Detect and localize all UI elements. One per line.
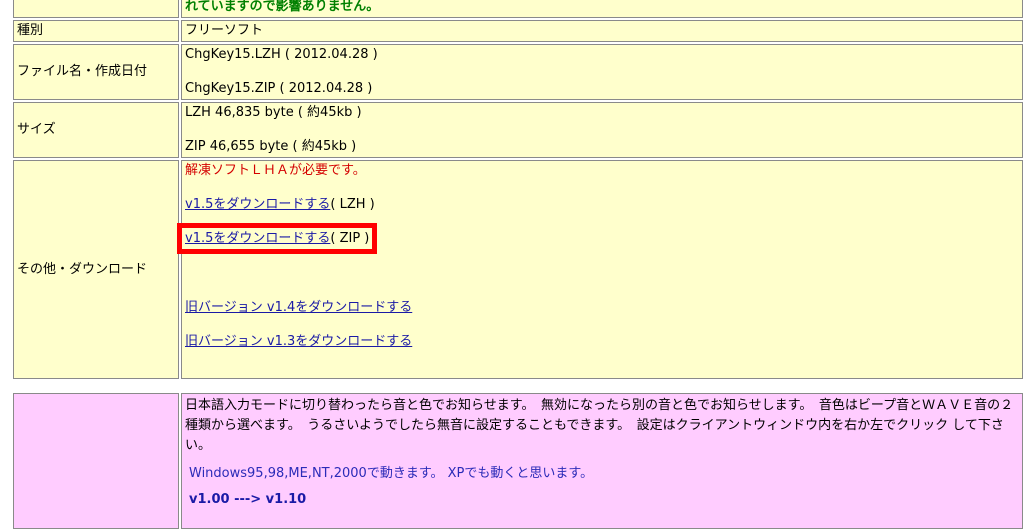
highlight-box: v1.5をダウンロードする( ZIP ): [176, 223, 378, 254]
download-v14-link[interactable]: 旧バージョン v1.4をダウンロードする: [185, 300, 412, 315]
file-row: ファイル名・作成日付 ChgKey15.LZH ( 2012.04.28 ) C…: [13, 44, 1023, 100]
size-zip: ZIP 46,655 byte ( 約45kb ): [185, 139, 357, 154]
file-zip: ChgKey15.ZIP ( 2012.04.28 ): [185, 81, 373, 96]
top-note-row: れていますので影響ありません。: [13, 0, 1023, 18]
size-lzh: LZH 46,835 byte ( 約45kb ): [185, 105, 362, 120]
lha-required-note: 解凍ソフトＬＨＡが必要です。: [185, 163, 366, 178]
version-history: v1.00 ---> v1.10: [189, 492, 307, 507]
file-lzh: ChgKey15.LZH ( 2012.04.28 ): [185, 47, 378, 62]
size-label: サイズ: [13, 102, 179, 158]
download-v15-lzh-link[interactable]: v1.5をダウンロードする: [185, 197, 330, 212]
info-table: れていますので影響ありません。 種別 フリーソフト ファイル名・作成日付 Chg…: [11, 0, 1024, 381]
download-label: その他・ダウンロード: [13, 160, 179, 379]
description-table: 日本語入力モードに切り替わったら音と色でお知らせます。 無効になったら別の音と色…: [11, 391, 1024, 531]
download-old14-line: 旧バージョン v1.4をダウンロードする: [185, 300, 1019, 316]
kind-label: 種別: [13, 20, 179, 42]
download-old13-line: 旧バージョン v1.3をダウンロードする: [185, 334, 1019, 350]
size-row: サイズ LZH 46,835 byte ( 約45kb ) ZIP 46,655…: [13, 102, 1023, 158]
top-note-label-cell: [13, 0, 179, 18]
download-v13-link[interactable]: 旧バージョン v1.3をダウンロードする: [185, 334, 412, 349]
kind-row: 種別 フリーソフト: [13, 20, 1023, 42]
download-zip-line: v1.5をダウンロードする( ZIP ): [176, 223, 1019, 254]
download-row: その他・ダウンロード 解凍ソフトＬＨＡが必要です。 v1.5をダウンロードする(…: [13, 160, 1023, 379]
description-label-cell: [13, 393, 179, 529]
kind-value: フリーソフト: [181, 20, 1023, 42]
description-cell: 日本語入力モードに切り替わったら音と色でお知らせます。 無効になったら別の音と色…: [181, 393, 1023, 529]
size-value-cell: LZH 46,835 byte ( 約45kb ) ZIP 46,655 byt…: [181, 102, 1023, 158]
download-cell: 解凍ソフトＬＨＡが必要です。 v1.5をダウンロードする( LZH ) v1.5…: [176, 160, 1023, 379]
download-lzh-suffix: ( LZH ): [330, 197, 375, 212]
file-value-cell: ChgKey15.LZH ( 2012.04.28 ) ChgKey15.ZIP…: [181, 44, 1023, 100]
download-lzh-line: v1.5をダウンロードする( LZH ): [185, 197, 1019, 213]
top-note-cell: れていますので影響ありません。: [181, 0, 1023, 18]
os-support-text: Windows95,98,ME,NT,2000で動きます。 XPでも動くと思いま…: [189, 466, 594, 481]
description-row: 日本語入力モードに切り替わったら音と色でお知らせます。 無効になったら別の音と色…: [13, 393, 1023, 529]
top-note-text: れていますので影響ありません。: [185, 0, 380, 14]
download-zip-suffix: ( ZIP ): [330, 231, 370, 246]
download-v15-zip-link[interactable]: v1.5をダウンロードする: [185, 231, 330, 246]
description-text: 日本語入力モードに切り替わったら音と色でお知らせます。 無効になったら別の音と色…: [185, 398, 1014, 453]
file-label: ファイル名・作成日付: [13, 44, 179, 100]
